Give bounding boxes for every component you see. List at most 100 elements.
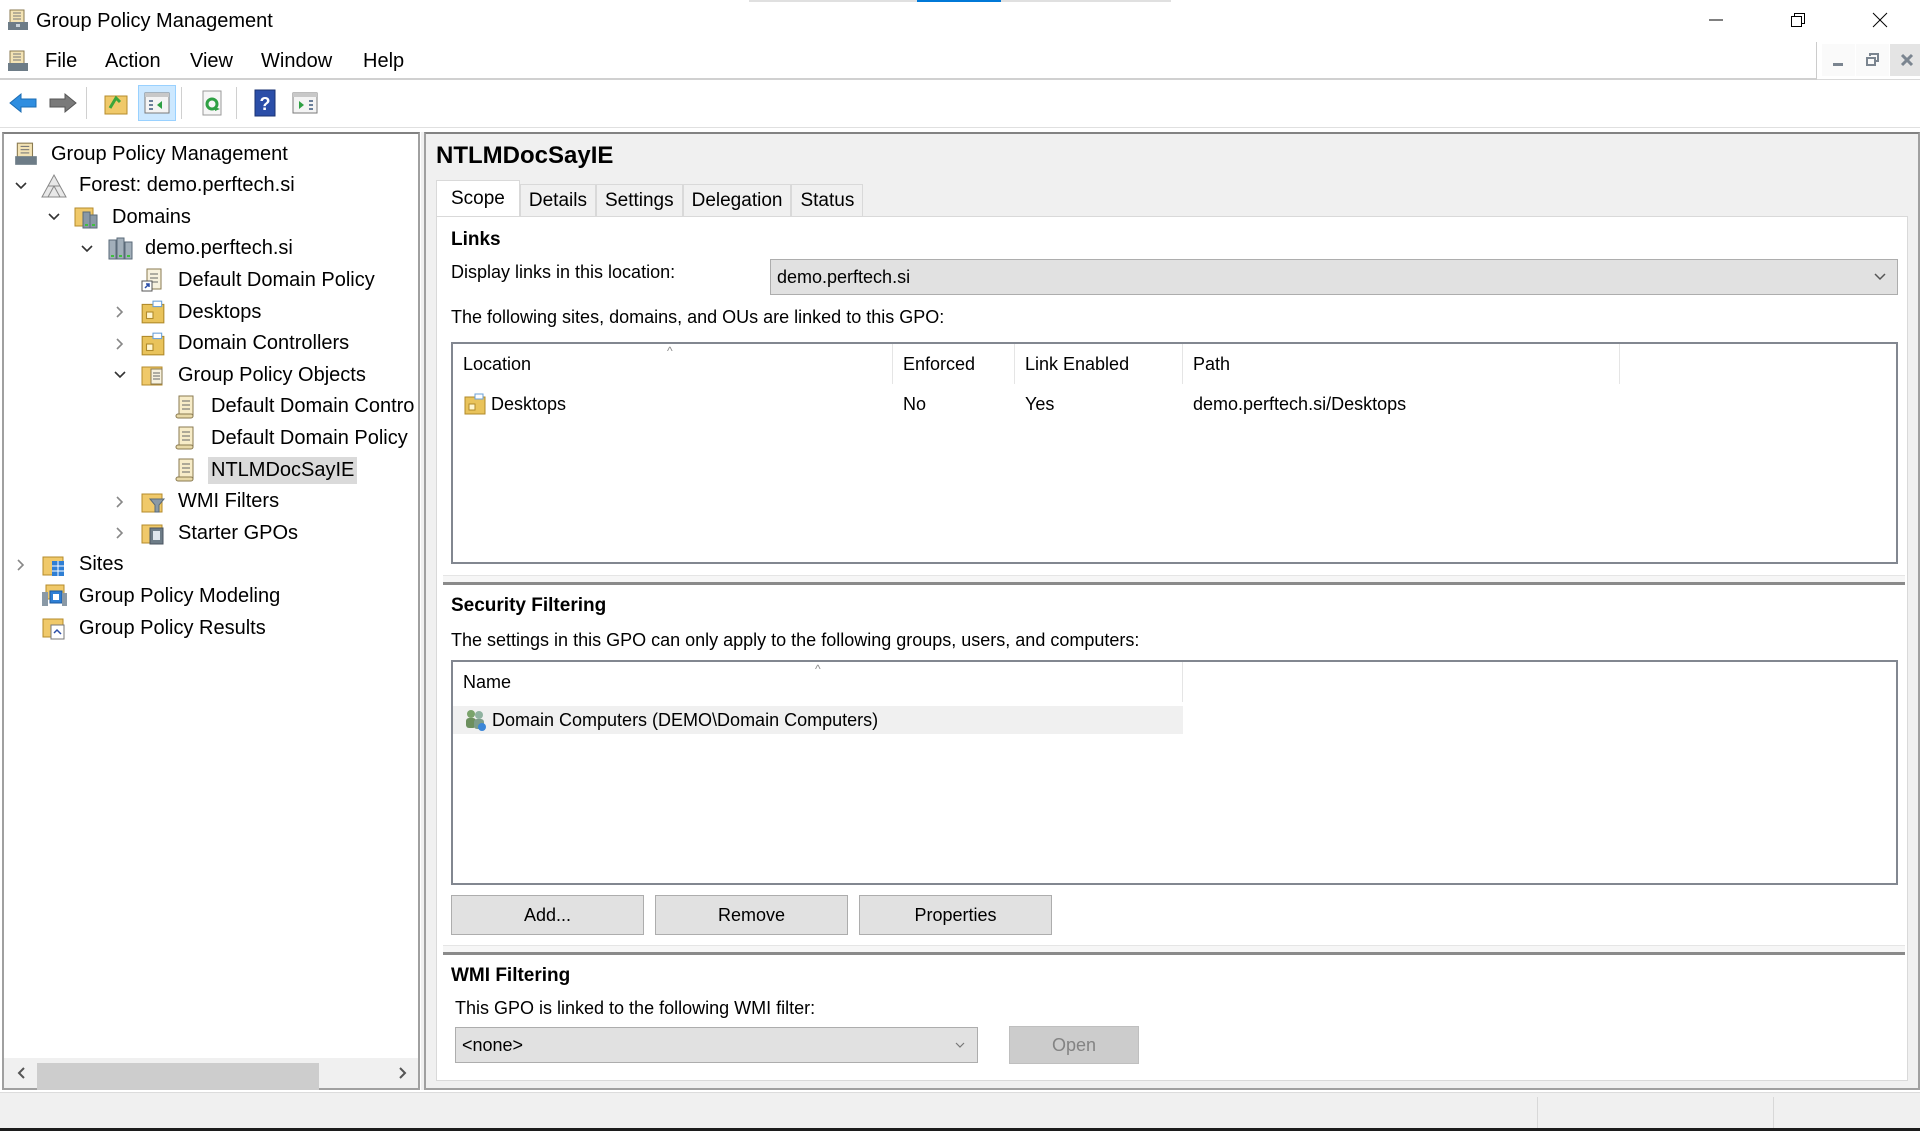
forward-button[interactable] — [44, 85, 82, 121]
mdi-child-icon[interactable] — [6, 49, 30, 73]
mdi-minimize-button[interactable] — [1822, 44, 1855, 76]
back-arrow-icon — [9, 92, 37, 114]
tree-item[interactable]: NTLMDocSayIE — [144, 455, 358, 485]
results-icon — [40, 614, 68, 642]
starter-gpo-folder-icon — [139, 519, 167, 547]
open-wmi-filter-button[interactable]: Open — [1009, 1026, 1139, 1064]
table-row[interactable]: Desktops No Yes demo.perftech.si/Desktop… — [453, 390, 1613, 418]
sort-ascending-icon: ^ — [667, 344, 673, 358]
tree-item[interactable]: Starter GPOs — [111, 518, 301, 548]
tree-item-label: Group Policy Results — [79, 616, 266, 639]
tree-expander[interactable] — [12, 177, 30, 195]
scrollbar-thumb[interactable] — [37, 1063, 319, 1090]
tree-expander[interactable] — [111, 524, 129, 542]
tab-settings[interactable]: Settings — [595, 184, 683, 216]
column-enforced[interactable]: Enforced — [893, 344, 1015, 384]
column-link-enabled[interactable]: Link Enabled — [1015, 344, 1183, 384]
wmi-filter-dropdown[interactable]: <none> — [455, 1027, 978, 1063]
tree-item[interactable]: Default Domain Policy — [144, 423, 411, 453]
gpo-icon — [172, 393, 200, 421]
tree-item-label: Default Domain Policy — [178, 268, 375, 291]
links-description: The following sites, domains, and OUs ar… — [451, 307, 945, 327]
tree-item[interactable]: Domains — [45, 202, 194, 232]
scroll-left-button[interactable] — [10, 1062, 32, 1084]
folder-up-icon — [104, 95, 128, 115]
links-list[interactable]: Location ^ Enforced Link Enabled Path De… — [451, 342, 1898, 564]
tab-status[interactable]: Status — [791, 184, 864, 216]
table-row[interactable]: Domain Computers (DEMO\Domain Computers) — [453, 706, 1183, 734]
up-one-level-button[interactable] — [97, 85, 135, 121]
refresh-button[interactable] — [193, 85, 231, 121]
back-button[interactable] — [4, 85, 42, 121]
domains-icon — [73, 203, 101, 231]
gpm-app-icon — [6, 8, 30, 32]
add-button[interactable]: Add... — [451, 895, 644, 935]
tree-expander[interactable] — [111, 493, 129, 511]
tree-item[interactable]: demo.perftech.si — [78, 234, 296, 264]
properties-button[interactable]: Properties — [859, 895, 1052, 935]
tree-item[interactable]: Domain Controllers — [111, 329, 352, 359]
gpo-icon — [172, 456, 200, 484]
wmi-filter-value: <none> — [462, 1034, 524, 1055]
tree-expander[interactable] — [111, 366, 129, 384]
mdi-restore-button[interactable] — [1856, 44, 1889, 76]
toolbar: ? — [0, 81, 1920, 128]
menu-file[interactable]: File — [45, 50, 77, 73]
menu-view[interactable]: View — [190, 50, 233, 73]
column-path[interactable]: Path — [1183, 344, 1620, 384]
tree-item[interactable]: Desktops — [111, 297, 264, 327]
tree-expander[interactable] — [45, 208, 63, 226]
tree-item[interactable]: Group Policy Modeling — [12, 581, 283, 611]
tree-expander[interactable] — [111, 303, 129, 321]
tree-item-label: Domain Controllers — [178, 332, 350, 355]
menu-help[interactable]: Help — [363, 50, 404, 73]
tree-item[interactable]: Default Domain Contro — [144, 392, 417, 422]
tab-details[interactable]: Details — [519, 184, 596, 216]
mdi-close-button[interactable] — [1890, 44, 1920, 76]
close-icon — [1872, 12, 1888, 28]
gpo-link-icon — [139, 266, 167, 294]
minimize-button[interactable] — [1670, 0, 1762, 40]
restore-button[interactable] — [1752, 0, 1844, 40]
tree-item[interactable]: Default Domain Policy — [111, 265, 378, 295]
tree-item[interactable]: WMI Filters — [111, 487, 282, 517]
tree-item[interactable]: Sites — [12, 550, 126, 580]
security-filtering-heading: Security Filtering — [451, 595, 607, 616]
section-divider[interactable] — [443, 575, 1905, 585]
chevron-down-icon — [955, 1042, 965, 1048]
close-icon — [1900, 53, 1913, 67]
tab-scope[interactable]: Scope — [436, 180, 520, 216]
tree-expander[interactable] — [12, 556, 30, 574]
svg-text:?: ? — [260, 94, 271, 114]
scroll-right-button[interactable] — [392, 1062, 414, 1084]
location-value: demo.perftech.si — [777, 266, 911, 287]
tree-item-label: Group Policy Management — [51, 142, 288, 165]
tree-item[interactable]: Group Policy Results — [12, 613, 269, 643]
tree-expander-placeholder — [111, 271, 129, 289]
console-tree[interactable]: Group Policy Management Forest: demo.perf… — [2, 132, 420, 1090]
close-button[interactable] — [1834, 0, 1920, 40]
column-location[interactable]: Location — [453, 344, 893, 384]
gpo-folder-icon — [139, 361, 167, 389]
minimize-icon — [1832, 63, 1843, 66]
tree-item-label: Forest: demo.perftech.si — [79, 174, 295, 197]
tree-expander[interactable] — [111, 335, 129, 353]
tree-item[interactable]: Forest: demo.perftech.si — [12, 171, 298, 201]
help-button[interactable]: ? — [246, 85, 284, 121]
tab-delegation[interactable]: Delegation — [682, 184, 792, 216]
remove-button[interactable]: Remove — [655, 895, 848, 935]
chevron-down-icon — [1874, 273, 1886, 281]
domain-icon — [106, 235, 134, 263]
tree-item[interactable]: Group Policy Objects — [111, 360, 369, 390]
security-filtering-list[interactable]: Name ^ Domain Computers (DEMO\Domain Com… — [451, 660, 1898, 885]
tree-expander[interactable] — [78, 240, 96, 258]
menu-action[interactable]: Action — [105, 50, 161, 73]
menu-window[interactable]: Window — [261, 50, 332, 73]
tree-item[interactable]: Group Policy Management — [4, 139, 291, 169]
tree-horizontal-scrollbar[interactable] — [4, 1058, 418, 1090]
location-dropdown[interactable]: demo.perftech.si — [770, 259, 1898, 295]
link-enabled: Yes — [1025, 393, 1055, 414]
show-hide-action-pane-button[interactable] — [286, 85, 324, 121]
section-divider[interactable] — [443, 945, 1905, 955]
show-hide-console-tree-button[interactable] — [138, 85, 176, 121]
